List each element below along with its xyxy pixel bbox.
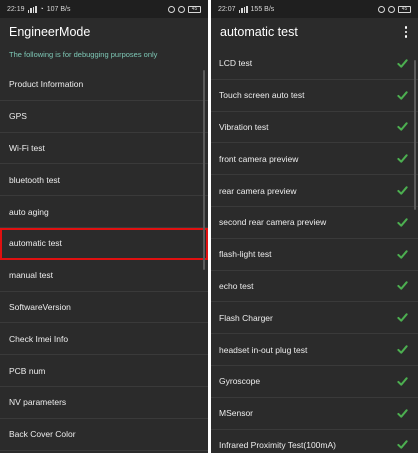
- test-item-label: Vibration test: [219, 121, 269, 132]
- dnd-icon: [178, 5, 185, 13]
- scrollbar[interactable]: [414, 60, 416, 210]
- menu-item[interactable]: SoftwareVersion: [0, 292, 208, 324]
- test-item[interactable]: MSensor: [211, 398, 418, 430]
- menu-item-label: manual test: [9, 270, 53, 281]
- menu-item-label: Check Imei Info: [9, 333, 69, 344]
- page-title: EngineerMode: [9, 25, 91, 39]
- menu-item-label: NV parameters: [9, 397, 67, 408]
- test-item[interactable]: Infrared Proximity Test(100mA): [211, 430, 418, 453]
- check-icon: [397, 186, 408, 195]
- scrollbar[interactable]: [203, 70, 205, 270]
- menu-item[interactable]: manual test: [0, 260, 208, 292]
- battery-icon: 45: [398, 5, 411, 13]
- test-item[interactable]: rear camera preview: [211, 175, 418, 207]
- menu-item[interactable]: PCB num: [0, 355, 208, 387]
- test-item[interactable]: second rear camera preview: [211, 207, 418, 239]
- test-item[interactable]: Flash Charger: [211, 302, 418, 335]
- menu-item[interactable]: auto aging: [0, 196, 208, 228]
- more-vert-icon[interactable]: [403, 26, 410, 38]
- test-item-label: MSensor: [219, 408, 254, 419]
- app-bar: automatic test: [211, 18, 418, 46]
- test-item[interactable]: front camera preview: [211, 143, 418, 176]
- check-icon: [397, 90, 408, 100]
- check-icon: [397, 249, 408, 259]
- check-icon: [397, 122, 408, 132]
- menu-item-label: automatic test: [9, 238, 62, 249]
- test-item-label: Touch screen auto test: [219, 90, 305, 101]
- test-item[interactable]: flash-light test: [211, 239, 418, 271]
- menu-item-label: Product Information: [9, 79, 84, 90]
- test-item[interactable]: LCD test: [211, 48, 418, 80]
- check-icon: [397, 313, 408, 322]
- alarm-icon: [168, 5, 175, 13]
- test-item[interactable]: Gyroscope: [211, 366, 418, 398]
- menu-item[interactable]: bluetooth test: [0, 164, 208, 197]
- signal-icon: [27, 5, 37, 13]
- menu-item-label: GPS: [9, 111, 27, 122]
- app-bar: EngineerMode: [0, 18, 208, 46]
- test-item-label: second rear camera preview: [219, 217, 327, 228]
- page-title: automatic test: [220, 25, 298, 39]
- check-icon: [397, 408, 408, 418]
- menu-item-label: Back Cover Color: [9, 429, 76, 440]
- menu-item-label: auto aging: [9, 206, 49, 217]
- test-item-label: front camera preview: [219, 153, 299, 164]
- menu-item-label: bluetooth test: [9, 174, 61, 185]
- check-icon: [397, 218, 408, 227]
- test-item[interactable]: echo test: [211, 271, 418, 303]
- menu-item[interactable]: Product Information: [0, 69, 208, 101]
- menu-item[interactable]: Back Cover Color: [0, 419, 208, 451]
- test-item-label: Flash Charger: [219, 312, 273, 323]
- network-speed: 155 B/s: [250, 5, 275, 13]
- menu-item[interactable]: automatic test: [0, 227, 208, 260]
- battery-icon: 45: [188, 5, 201, 13]
- alarm-icon: [378, 5, 385, 13]
- menu-item-label: SoftwareVersion: [9, 301, 71, 312]
- clock: 22:19: [7, 5, 25, 13]
- status-bar: 22:07 155 B/s 45: [211, 0, 418, 18]
- test-item[interactable]: Vibration test: [211, 112, 418, 144]
- check-icon: [397, 345, 408, 354]
- clock: 22:07: [218, 5, 236, 13]
- test-item-label: headset in-out plug test: [219, 344, 308, 355]
- menu-item[interactable]: NV parameters: [0, 387, 208, 419]
- menu-list: Product Information GPS Wi-Fi test bluetoot…: [0, 69, 208, 451]
- test-item-label: Infrared Proximity Test(100mA): [219, 439, 336, 450]
- menu-item-label: Wi-Fi test: [9, 142, 45, 153]
- wifi-icon: ◔: [39, 5, 44, 13]
- engineer-mode-screen: 22:19 ◔ 107 B/s 45 EngineerMode The foll…: [0, 0, 208, 453]
- check-icon: [397, 377, 408, 386]
- test-item-label: Gyroscope: [219, 376, 261, 387]
- test-item-label: rear camera preview: [219, 185, 297, 196]
- test-item[interactable]: headset in-out plug test: [211, 334, 418, 366]
- test-item-label: echo test: [219, 280, 254, 291]
- status-bar: 22:19 ◔ 107 B/s 45: [0, 0, 208, 18]
- signal-icon: [238, 5, 248, 13]
- check-icon: [397, 154, 408, 163]
- check-icon: [397, 281, 408, 291]
- test-item-label: flash-light test: [219, 249, 272, 260]
- menu-item[interactable]: Wi-Fi test: [0, 133, 208, 165]
- check-icon: [397, 59, 408, 68]
- debug-notice: The following is for debugging purposes …: [9, 49, 158, 59]
- test-item-label: LCD test: [219, 58, 253, 69]
- test-item[interactable]: Touch screen auto test: [211, 80, 418, 112]
- dnd-icon: [388, 5, 395, 13]
- network-speed: 107 B/s: [46, 5, 71, 13]
- test-list: LCD test Touch screen auto test Vibration …: [211, 48, 418, 453]
- menu-item-label: PCB num: [9, 365, 46, 376]
- menu-item[interactable]: GPS: [0, 101, 208, 133]
- check-icon: [397, 440, 408, 450]
- menu-item[interactable]: Check Imei Info: [0, 323, 208, 356]
- automatic-test-screen: 22:07 155 B/s 45 automatic test LCD test…: [211, 0, 418, 453]
